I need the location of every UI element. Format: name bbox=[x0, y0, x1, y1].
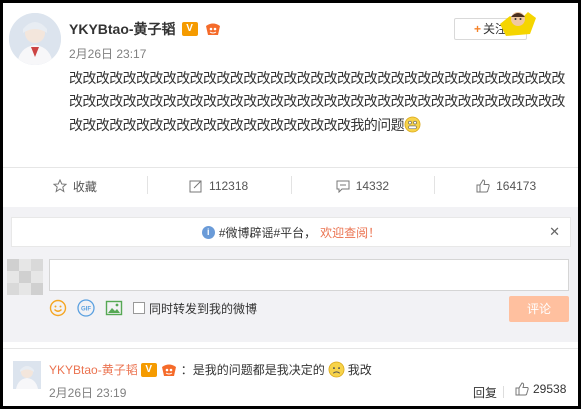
notice-text: #微博辟谣#平台， bbox=[218, 225, 317, 240]
comment-author-avatar[interactable] bbox=[13, 361, 41, 389]
vip-badge-icon[interactable] bbox=[160, 363, 178, 377]
rumor-notice-banner: i #微博辟谣#平台， 欢迎查阅！ ✕ bbox=[11, 217, 571, 247]
star-icon bbox=[52, 179, 67, 193]
image-icon[interactable] bbox=[105, 299, 123, 317]
divider bbox=[3, 348, 578, 349]
repost-icon bbox=[189, 180, 202, 193]
reply-button[interactable]: 回复 bbox=[473, 384, 497, 401]
comment-verified-badge[interactable]: V bbox=[140, 362, 157, 377]
composer-toolbar: GIF 同时转发到我的微博 bbox=[49, 299, 257, 317]
smile-icon[interactable] bbox=[49, 299, 67, 317]
vip-badge-icon[interactable] bbox=[204, 22, 222, 36]
comment-button[interactable]: 14332 bbox=[290, 168, 435, 204]
comment-like-button[interactable]: 29538 bbox=[515, 382, 566, 396]
repost-checkbox[interactable] bbox=[133, 302, 145, 314]
repost-count: 112318 bbox=[209, 179, 249, 193]
thumbs-up-icon bbox=[515, 382, 529, 396]
info-icon: i bbox=[201, 225, 215, 239]
submit-comment-button[interactable]: 评论 bbox=[509, 296, 569, 322]
post-text: 改改改改改改改改改改改改改改改改改改改改改改改改改改改改改改改改改改改改改改改改… bbox=[69, 70, 565, 133]
gif-icon[interactable]: GIF bbox=[77, 299, 95, 317]
post-timestamp[interactable]: 2月26日 23:17 bbox=[69, 45, 146, 62]
post-content: 改改改改改改改改改改改改改改改改改改改改改改改改改改改改改改改改改改改改改改改改… bbox=[69, 67, 567, 137]
comment-icon bbox=[336, 180, 350, 193]
comment-input[interactable] bbox=[49, 259, 569, 291]
weibo-post-card: YKYBtao-黄子韬 V 2月26日 23:17 + 关注 改改改改改改改改改改… bbox=[0, 0, 581, 409]
favorite-button[interactable]: 收藏 bbox=[3, 168, 147, 204]
comment-timestamp: 2月26日 23:19 bbox=[49, 386, 127, 400]
comment-text: ：是我的问题都是我决定的 bbox=[180, 363, 325, 377]
like-button[interactable]: 164173 bbox=[434, 168, 578, 204]
comment-line: YKYBtao-黄子韬 V ：是我的问题都是我决定的 我改 bbox=[49, 361, 372, 378]
verified-badge[interactable]: V bbox=[181, 22, 198, 36]
post-action-bar: 收藏 112318 14332 164173 bbox=[3, 168, 578, 204]
divider bbox=[503, 386, 504, 398]
repost-button[interactable]: 112318 bbox=[146, 168, 291, 204]
plus-icon: + bbox=[473, 22, 481, 36]
repost-to-my-weibo-option[interactable]: 同时转发到我的微博 bbox=[133, 300, 257, 317]
close-icon[interactable]: ✕ bbox=[549, 224, 560, 240]
user-avatar[interactable] bbox=[7, 259, 43, 295]
comment-text-end: 我改 bbox=[347, 363, 372, 377]
thumbs-up-icon bbox=[476, 179, 490, 193]
grimace-emoji-icon bbox=[404, 116, 421, 133]
comment-author-name[interactable]: YKYBtao-黄子韬 bbox=[49, 361, 138, 378]
svg-text:GIF: GIF bbox=[81, 307, 91, 313]
sad-emoji-icon bbox=[328, 361, 345, 378]
author-name[interactable]: YKYBtao-黄子韬 bbox=[69, 19, 176, 39]
favorite-label: 收藏 bbox=[72, 179, 97, 194]
author-avatar[interactable] bbox=[9, 13, 61, 65]
mascot-badge-icon bbox=[500, 12, 536, 36]
like-count: 164173 bbox=[496, 179, 537, 193]
repost-label: 同时转发到我的微博 bbox=[149, 301, 258, 316]
comment-count: 14332 bbox=[355, 179, 390, 193]
comment-composer: i #微博辟谣#平台， 欢迎查阅！ ✕ GIF 同时转发到我的微博 评论 bbox=[3, 207, 578, 342]
comment-like-count: 29538 bbox=[533, 382, 567, 396]
notice-link[interactable]: 欢迎查阅！ bbox=[320, 224, 380, 241]
